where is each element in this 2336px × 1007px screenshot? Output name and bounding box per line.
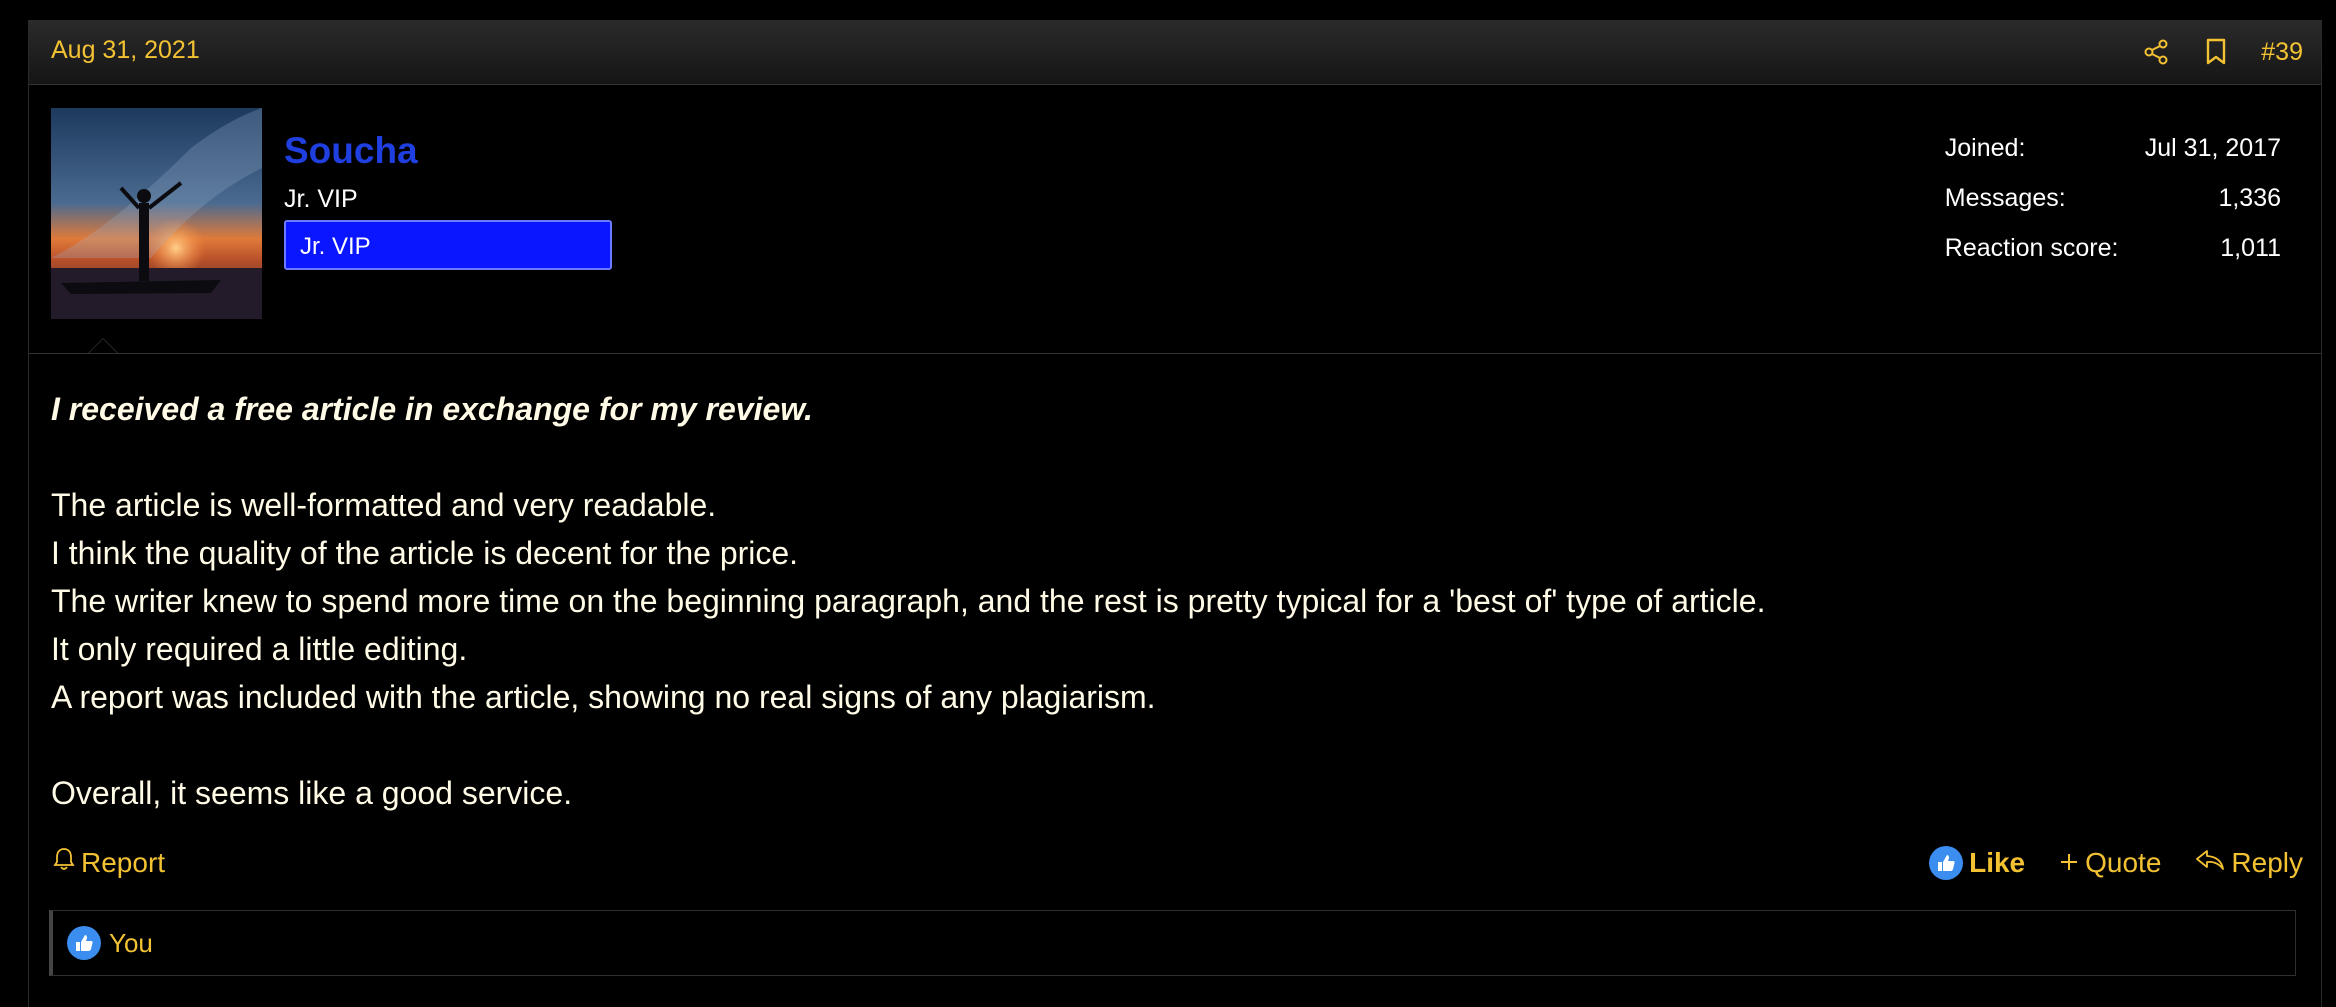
quote-label: Quote <box>2085 847 2162 878</box>
reply-label: Reply <box>2231 847 2303 878</box>
post-body: I received a free article in exchange fo… <box>51 385 1765 817</box>
stat-value: Jul 31, 2017 <box>2144 134 2281 162</box>
report-label: Report <box>81 846 166 878</box>
user-stats: Joined: Jul 31, 2017 Messages: 1,336 Rea… <box>1945 134 2281 284</box>
stat-value: 1,336 <box>2218 184 2281 212</box>
stat-label: Reaction score: <box>1944 234 2119 262</box>
quote-button[interactable]: Quote <box>2059 847 2161 879</box>
post-date[interactable]: Aug 31, 2021 <box>51 36 200 65</box>
like-label: Like <box>1969 847 2026 878</box>
reply-arrow-icon <box>2195 847 2225 879</box>
bookmark-icon[interactable] <box>2201 37 2231 67</box>
post: Aug 31, 2021 #39 Soucha Jr. VIP Jr. VIP … <box>28 20 2322 1007</box>
post-number-link[interactable]: #39 <box>2261 38 2303 67</box>
stat-joined: Joined: Jul 31, 2017 <box>1945 134 2281 184</box>
divider <box>29 353 2321 354</box>
stat-value: 1,011 <box>2220 234 2281 262</box>
bell-icon <box>53 846 75 879</box>
avatar[interactable] <box>51 108 262 319</box>
plus-icon <box>2059 847 2079 879</box>
stat-messages: Messages: 1,336 <box>1945 184 2281 234</box>
disclaimer-text: I received a free article in exchange fo… <box>51 391 813 427</box>
body-line: The article is well-formatted and very r… <box>51 487 717 523</box>
share-icon[interactable] <box>2141 37 2171 67</box>
thumbs-up-icon <box>67 926 101 960</box>
reply-button[interactable]: Reply <box>2195 847 2303 879</box>
user-title: Jr. VIP <box>284 185 358 213</box>
body-line: The writer knew to spend more time on th… <box>51 583 1766 619</box>
stat-label: Joined: <box>1944 134 2026 162</box>
body-closing: Overall, it seems like a good service. <box>51 775 573 811</box>
body-line: A report was included with the article, … <box>51 679 1156 715</box>
user-banner: Jr. VIP <box>284 220 612 270</box>
stat-label: Messages: <box>1944 184 2066 212</box>
body-line: I think the quality of the article is de… <box>51 535 799 571</box>
username-link[interactable]: Soucha <box>284 130 418 172</box>
post-header: Aug 31, 2021 #39 <box>29 20 2321 85</box>
reactions-text[interactable]: You <box>109 928 153 959</box>
report-button[interactable]: Report <box>53 846 165 879</box>
body-line: It only required a little editing. <box>51 631 468 667</box>
like-button[interactable]: Like <box>1929 846 2025 880</box>
caret-pointer <box>87 338 119 354</box>
stat-reaction-score: Reaction score: 1,011 <box>1945 234 2281 284</box>
reactions-bar[interactable]: You <box>49 910 2296 976</box>
thumbs-up-icon <box>1929 846 1964 880</box>
